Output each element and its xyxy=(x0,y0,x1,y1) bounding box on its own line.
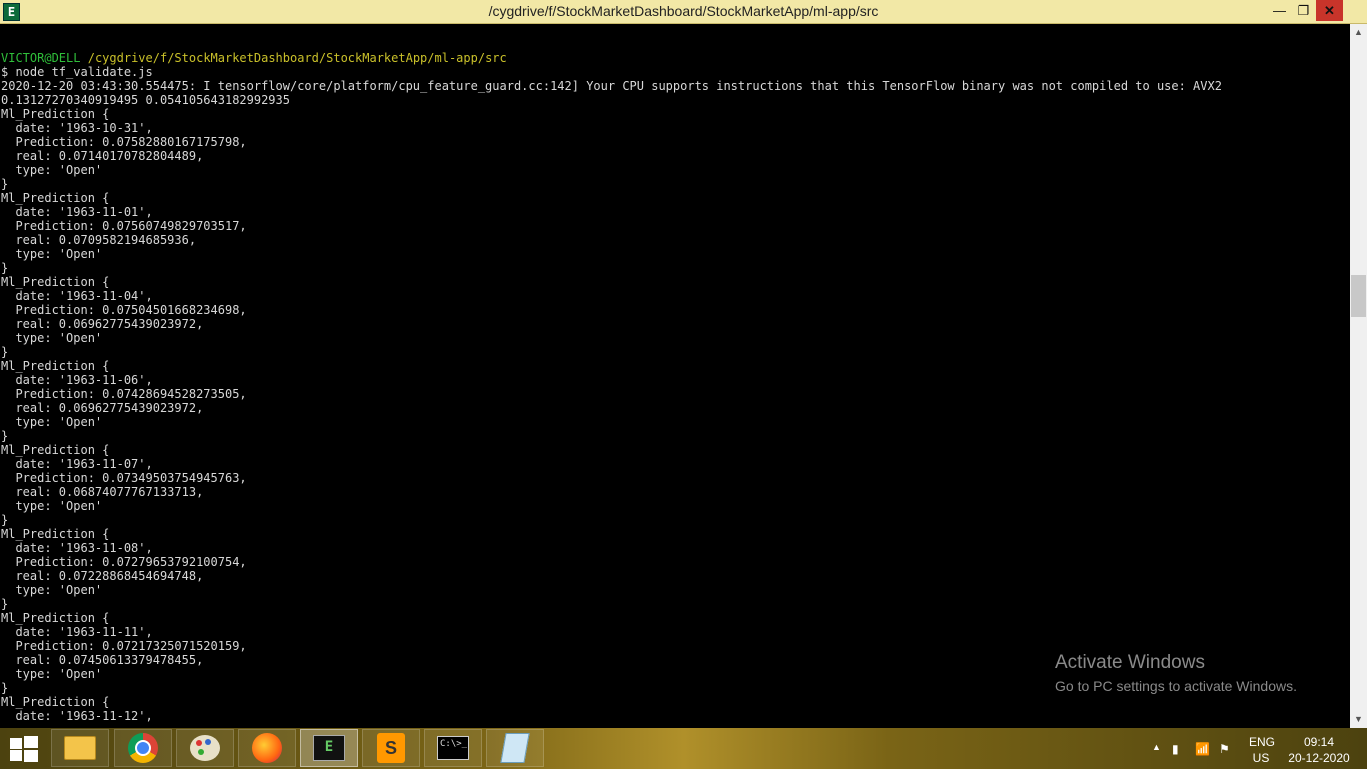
record-date: date: '1963-11-07', xyxy=(1,457,153,471)
scrollbar-thumb[interactable] xyxy=(1351,275,1366,317)
taskbar-sublime-text-button[interactable]: S xyxy=(362,729,420,767)
record-type: type: 'Open' xyxy=(1,667,103,681)
command-line: $ node tf_validate.js xyxy=(1,65,153,79)
window-title: /cygdrive/f/StockMarketDashboard/StockMa… xyxy=(488,3,879,19)
record-prediction: Prediction: 0.07560749829703517, xyxy=(1,219,247,233)
start-button[interactable] xyxy=(10,736,38,762)
record-real: real: 0.06962775439023972, xyxy=(1,401,204,415)
record-header: Ml_Prediction { xyxy=(1,359,110,373)
record-type: type: 'Open' xyxy=(1,247,103,261)
show-hidden-icons-icon[interactable]: ▲ xyxy=(1152,742,1161,752)
action-center-flag-icon[interactable]: ⚑ xyxy=(1219,742,1230,756)
taskbar-cygwin-terminal-button[interactable]: E xyxy=(300,729,358,767)
record-real: real: 0.07140170782804489, xyxy=(1,149,204,163)
record-date: date: '1963-11-08', xyxy=(1,541,153,555)
command-prompt-icon: C:\>_ xyxy=(437,736,469,760)
tensorflow-log-line: 2020-12-20 03:43:30.554475: I tensorflow… xyxy=(1,79,1222,93)
record-type: type: 'Open' xyxy=(1,499,103,513)
taskbar-clock[interactable]: 09:14 20-12-2020 xyxy=(1283,734,1355,766)
taskbar: E S C:\>_ xyxy=(0,728,1367,769)
record-date: date: '1963-11-01', xyxy=(1,205,153,219)
firefox-icon xyxy=(252,733,282,763)
maximize-button[interactable]: ❐ xyxy=(1290,0,1317,21)
record-header: Ml_Prediction { xyxy=(1,107,110,121)
file-explorer-icon xyxy=(64,736,96,760)
language-label: ENG xyxy=(1249,735,1276,749)
cygwin-terminal-icon: E xyxy=(313,735,345,761)
record-close: } xyxy=(1,597,9,611)
input-language-indicator[interactable]: ENG US xyxy=(1249,734,1276,766)
battery-icon[interactable]: ▮ xyxy=(1172,742,1179,756)
sublime-text-icon: S xyxy=(377,733,405,763)
taskbar-paint-button[interactable] xyxy=(176,729,234,767)
record-prediction: Prediction: 0.07582880167175798, xyxy=(1,135,247,149)
paint-icon xyxy=(190,735,220,761)
record-header: Ml_Prediction { xyxy=(1,191,110,205)
record-date: date: '1963-11-11', xyxy=(1,625,153,639)
taskbar-notepad-button[interactable] xyxy=(486,729,544,767)
terminal-lines: VICTOR@DELL /cygdrive/f/StockMarketDashb… xyxy=(1,51,1222,723)
close-button[interactable]: ✕ xyxy=(1316,0,1343,21)
record-prediction: Prediction: 0.07349503754945763, xyxy=(1,471,247,485)
record-date: date: '1963-11-04', xyxy=(1,289,153,303)
record-close: } xyxy=(1,681,9,695)
taskbar-chrome-button[interactable] xyxy=(114,729,172,767)
prompt-user: VICTOR@DELL xyxy=(1,51,81,65)
record-date: date: '1963-11-06', xyxy=(1,373,153,387)
taskbar-command-prompt-button[interactable]: C:\>_ xyxy=(424,729,482,767)
record-type: type: 'Open' xyxy=(1,331,103,345)
minimize-button[interactable]: — xyxy=(1266,0,1293,21)
chrome-icon xyxy=(128,733,158,763)
record-real: real: 0.0709582194685936, xyxy=(1,233,197,247)
taskbar-firefox-button[interactable] xyxy=(238,729,296,767)
record-header: Ml_Prediction { xyxy=(1,527,110,541)
record-close: } xyxy=(1,345,9,359)
record-close: } xyxy=(1,261,9,275)
record-prediction: Prediction: 0.07279653792100754, xyxy=(1,555,247,569)
watermark-title: Activate Windows xyxy=(1055,652,1205,673)
notepad-icon xyxy=(500,733,530,763)
record-real: real: 0.06962775439023972, xyxy=(1,317,204,331)
clock-time: 09:14 xyxy=(1303,735,1335,749)
record-real: real: 0.07450613379478455, xyxy=(1,653,204,667)
record-header: Ml_Prediction { xyxy=(1,275,110,289)
taskbar-file-explorer-button[interactable] xyxy=(51,729,109,767)
record-real: real: 0.07228868454694748, xyxy=(1,569,204,583)
terminal-scrollbar[interactable]: ▲ ▼ xyxy=(1350,24,1367,728)
stats-line: 0.13127270340919495 0.054105643182992935 xyxy=(1,93,290,107)
activate-windows-watermark: Activate Windows Go to PC settings to ac… xyxy=(1055,652,1297,694)
record-header: Ml_Prediction { xyxy=(1,611,110,625)
watermark-subtitle: Go to PC settings to activate Windows. xyxy=(1055,678,1297,694)
scroll-up-arrow-icon[interactable]: ▲ xyxy=(1350,24,1367,41)
record-header: Ml_Prediction { xyxy=(1,695,110,709)
network-icon[interactable]: 📶 xyxy=(1195,742,1210,756)
record-date: date: '1963-11-12', xyxy=(1,709,153,723)
record-type: type: 'Open' xyxy=(1,415,103,429)
terminal-output[interactable]: VICTOR@DELL /cygdrive/f/StockMarketDashb… xyxy=(0,24,1350,728)
prompt-path: /cygdrive/f/StockMarketDashboard/StockMa… xyxy=(87,51,507,65)
clock-date: 20-12-2020 xyxy=(1288,751,1350,765)
record-type: type: 'Open' xyxy=(1,583,103,597)
record-header: Ml_Prediction { xyxy=(1,443,110,457)
record-date: date: '1963-10-31', xyxy=(1,121,153,135)
record-type: type: 'Open' xyxy=(1,163,103,177)
window-title-bar[interactable]: E /cygdrive/f/StockMarketDashboard/Stock… xyxy=(0,0,1367,24)
scroll-down-arrow-icon[interactable]: ▼ xyxy=(1350,711,1367,728)
record-close: } xyxy=(1,429,9,443)
record-real: real: 0.06874077767133713, xyxy=(1,485,204,499)
record-prediction: Prediction: 0.07504501668234698, xyxy=(1,303,247,317)
windows-logo-icon xyxy=(10,738,22,749)
region-label: US xyxy=(1252,751,1270,765)
record-close: } xyxy=(1,177,9,191)
record-prediction: Prediction: 0.07217325071520159, xyxy=(1,639,247,653)
record-close: } xyxy=(1,513,9,527)
record-prediction: Prediction: 0.07428694528273505, xyxy=(1,387,247,401)
